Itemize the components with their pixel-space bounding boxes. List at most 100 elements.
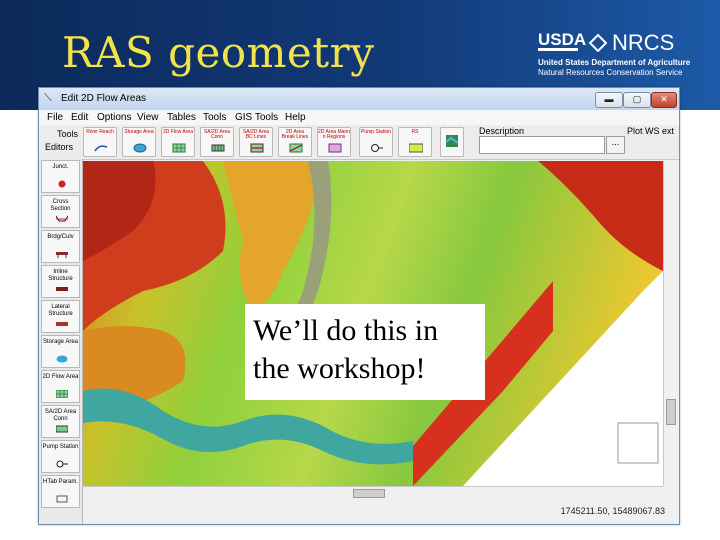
- tool-storage-area[interactable]: Storage Area: [41, 335, 80, 368]
- tool-label: Brdg/Culv: [47, 234, 74, 240]
- map-layers-icon: [445, 135, 459, 147]
- vertical-scroll-thumb[interactable]: [666, 399, 676, 425]
- toolbar-button-label: 2D Flow Area: [162, 129, 193, 135]
- menu-tools[interactable]: Tools: [203, 112, 226, 123]
- menu-file[interactable]: File: [47, 112, 63, 123]
- nrcs-wordmark: NRCS: [588, 30, 675, 56]
- storage-area-icon: [56, 355, 68, 363]
- menu-view[interactable]: View: [137, 112, 159, 123]
- toolbar-button-label: Storage Area: [124, 129, 154, 135]
- tool-bridge-culvert[interactable]: Brdg/Culv: [41, 230, 80, 263]
- usda-dept-name: United States Department of Agriculture: [538, 58, 691, 67]
- tool-htab-param[interactable]: HTab Param.: [41, 475, 80, 508]
- menu-bar: File Edit Options View Tables Tools GIS …: [39, 110, 679, 125]
- callout-text: We’ll do this in the workshop!: [253, 314, 439, 385]
- 2d-flow-area-button[interactable]: 2D Flow Area: [161, 127, 195, 157]
- pump-station-button[interactable]: Pump Station: [359, 127, 393, 157]
- close-button[interactable]: ✕: [651, 92, 677, 108]
- toolbar-button-label: 2D Area Break Lines: [281, 129, 309, 140]
- tool-label: SA/2D Area Conn: [44, 409, 77, 422]
- break-lines-button[interactable]: 2D Area Break Lines: [278, 127, 312, 157]
- tool-lateral-structure[interactable]: Lateral Structure: [41, 300, 80, 333]
- description-browse-button[interactable]: ...: [606, 136, 625, 154]
- tool-label: Inline Structure: [48, 269, 73, 282]
- tools-label: Tools: [57, 129, 79, 139]
- menu-help[interactable]: Help: [285, 112, 306, 123]
- tool-2d-flow-area[interactable]: 2D Flow Area: [41, 370, 80, 403]
- toolbar-button-label: 2D Area Mann n Regions: [318, 129, 350, 140]
- toolbar-button-label: SA/2D Area Conn: [203, 129, 231, 140]
- workshop-callout: We’ll do this in the workshop!: [245, 304, 485, 400]
- tool-junction[interactable]: Junct.: [41, 160, 80, 193]
- toolbar-button-label: River Reach: [86, 129, 114, 135]
- description-label: Description: [479, 126, 525, 136]
- vertical-scrollbar[interactable]: [663, 161, 677, 486]
- tools-editors-panel: Tools Editors Junct. Cross Section Brdg/…: [39, 129, 83, 524]
- overview-inset[interactable]: [617, 422, 659, 464]
- cross-section-icon: [56, 215, 68, 222]
- bc-lines-icon: [250, 143, 264, 153]
- 2d-flow-area-icon: [56, 390, 68, 398]
- htab-param-icon: [56, 495, 68, 503]
- plot-ws-extents-checkbox-label[interactable]: Plot WS ext: [627, 126, 674, 136]
- tool-cross-section[interactable]: Cross Section: [41, 195, 80, 228]
- break-lines-icon: [289, 143, 303, 153]
- window-titlebar[interactable]: ⟍ Edit 2D Flow Areas ▬ ▢ ✕: [39, 88, 679, 110]
- mann-n-regions-button[interactable]: 2D Area Mann n Regions: [317, 127, 351, 157]
- bc-lines-button[interactable]: SA/2D Area BC Lines: [239, 127, 273, 157]
- river-reach-icon: [94, 145, 108, 152]
- tool-pump-station[interactable]: Pump Station: [41, 440, 80, 473]
- mann-n-regions-icon: [328, 143, 342, 153]
- toolbar-button-label: Pump Station: [360, 129, 392, 135]
- status-bar: 1745211.50, 15489067.83: [83, 500, 679, 522]
- toolbar-button-label: SA/2D Area BC Lines: [242, 129, 270, 140]
- tool-label: Lateral Structure: [48, 304, 73, 317]
- tools-header: Tools Editors: [43, 129, 81, 152]
- sa-2d-connection-button[interactable]: SA/2D Area Conn: [200, 127, 234, 157]
- pump-station-icon: [56, 460, 68, 468]
- map-coordinates: 1745211.50, 15489067.83: [560, 506, 665, 516]
- editor-toolbar: River Reach Storage Area 2D Flow Area SA…: [39, 125, 679, 160]
- usda-nrcs-logo: USDA NRCS United States Department of Ag…: [538, 30, 708, 80]
- description-input[interactable]: [479, 136, 605, 154]
- tool-label: Cross Section: [50, 199, 71, 212]
- tool-sa-2d-connection[interactable]: SA/2D Area Conn: [41, 405, 80, 438]
- junction-icon: [58, 180, 66, 188]
- 2d-flow-area-icon: [172, 143, 186, 153]
- bridge-culvert-icon: [56, 252, 68, 258]
- horizontal-scroll-thumb[interactable]: [353, 489, 385, 498]
- river-station-icon: [409, 143, 423, 153]
- menu-gis-tools[interactable]: GIS Tools: [235, 112, 278, 123]
- tool-label: 2D Flow Area: [42, 374, 79, 380]
- maximize-button[interactable]: ▢: [623, 92, 651, 108]
- slide-title: RAS geometry: [62, 28, 375, 77]
- menu-tables[interactable]: Tables: [167, 112, 196, 123]
- tool-label: HTab Param.: [42, 479, 78, 485]
- tool-label: Pump Station: [42, 444, 79, 450]
- editors-label: Editors: [45, 142, 74, 152]
- toolbar-button-label: RS: [411, 129, 419, 135]
- lateral-structure-icon: [56, 322, 68, 326]
- ras-app-icon: ⟍: [44, 92, 52, 104]
- sa-2d-connection-icon: [56, 425, 68, 433]
- river-reach-button[interactable]: River Reach: [83, 127, 117, 157]
- usda-wordmark: USDA: [538, 30, 587, 49]
- horizontal-scrollbar[interactable]: [83, 486, 663, 499]
- storage-area-button[interactable]: Storage Area: [122, 127, 156, 157]
- inline-structure-icon: [56, 287, 68, 291]
- pump-station-icon: [371, 144, 383, 152]
- nrcs-drop-icon: [588, 34, 608, 52]
- minimize-button[interactable]: ▬: [595, 92, 623, 108]
- nrcs-text: NRCS: [612, 30, 675, 55]
- river-station-button[interactable]: RS: [398, 127, 432, 157]
- tool-inline-structure[interactable]: Inline Structure: [41, 265, 80, 298]
- usda-underline: [538, 48, 578, 51]
- tool-label: Storage Area: [42, 339, 79, 345]
- nrcs-service-name: Natural Resources Conservation Service: [538, 68, 683, 77]
- menu-options[interactable]: Options: [97, 112, 131, 123]
- background-map-button[interactable]: [440, 127, 464, 157]
- sa-2d-connection-icon: [211, 144, 225, 152]
- storage-area-icon: [133, 143, 147, 153]
- menu-edit[interactable]: Edit: [71, 112, 88, 123]
- window-title: Edit 2D Flow Areas: [61, 93, 147, 104]
